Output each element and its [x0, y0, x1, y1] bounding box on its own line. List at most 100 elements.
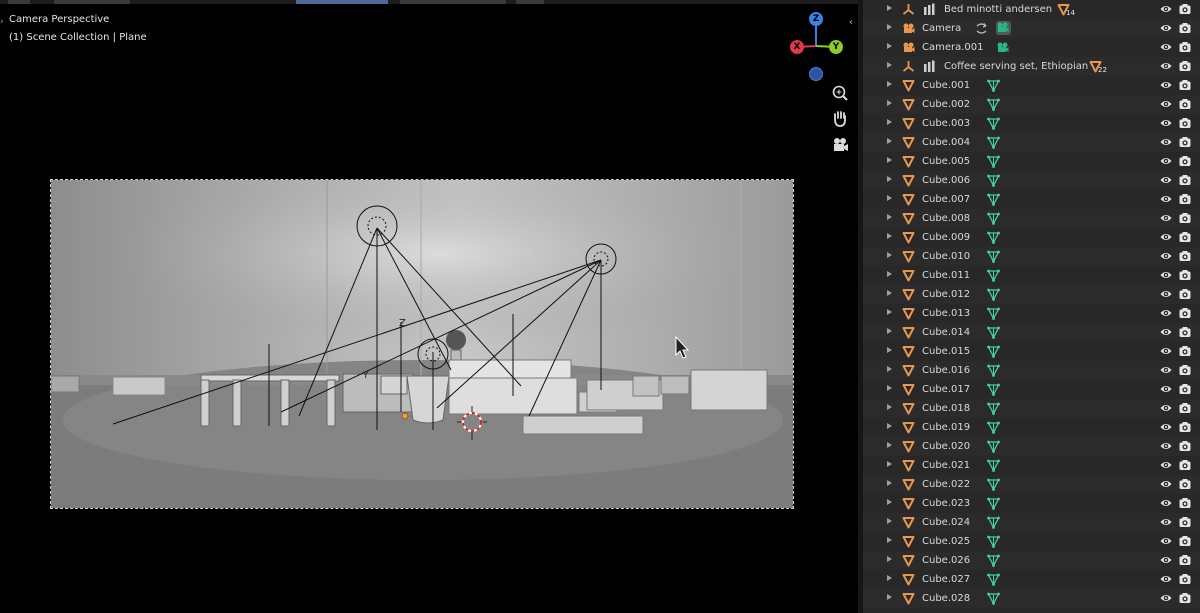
render-camera-icon[interactable] — [1179, 478, 1191, 490]
visibility-eye-icon[interactable] — [1160, 269, 1172, 281]
render-camera-icon[interactable] — [1179, 535, 1191, 547]
visibility-eye-icon[interactable] — [1160, 516, 1172, 528]
outliner-row[interactable]: Cube.002 — [863, 95, 1200, 114]
outliner-row[interactable]: Cube.003 — [863, 114, 1200, 133]
render-camera-icon[interactable] — [1179, 41, 1191, 53]
expand-arrow-icon[interactable] — [887, 290, 892, 296]
outliner-row[interactable]: Cube.018 — [863, 399, 1200, 418]
visibility-eye-icon[interactable] — [1160, 155, 1172, 167]
outliner-row[interactable]: Cube.020 — [863, 437, 1200, 456]
expand-arrow-icon[interactable] — [887, 195, 892, 201]
render-camera-icon[interactable] — [1179, 573, 1191, 585]
navigation-gizmo[interactable]: Z X Y — [786, 10, 846, 82]
render-camera-icon[interactable] — [1179, 326, 1191, 338]
render-camera-icon[interactable] — [1179, 231, 1191, 243]
visibility-eye-icon[interactable] — [1160, 383, 1172, 395]
visibility-eye-icon[interactable] — [1160, 402, 1172, 414]
outliner-row[interactable]: Cube.008 — [863, 209, 1200, 228]
render-camera-icon[interactable] — [1179, 60, 1191, 72]
visibility-eye-icon[interactable] — [1160, 250, 1172, 262]
visibility-eye-icon[interactable] — [1160, 478, 1172, 490]
visibility-eye-icon[interactable] — [1160, 421, 1172, 433]
expand-arrow-icon[interactable] — [887, 157, 892, 163]
expand-arrow-icon[interactable] — [887, 43, 892, 49]
outliner-row[interactable]: Cube.027 — [863, 570, 1200, 589]
outliner-row[interactable]: Cube.028 — [863, 589, 1200, 608]
visibility-eye-icon[interactable] — [1160, 3, 1172, 15]
outliner-row[interactable]: Cube.007 — [863, 190, 1200, 209]
expand-arrow-icon[interactable] — [887, 480, 892, 486]
camera-view-icon[interactable] — [829, 134, 851, 156]
render-camera-icon[interactable] — [1179, 288, 1191, 300]
visibility-eye-icon[interactable] — [1160, 41, 1172, 53]
render-camera-icon[interactable] — [1179, 117, 1191, 129]
toolbar-toggle-icon[interactable]: › — [0, 17, 4, 27]
outliner-row[interactable]: Cube.023 — [863, 494, 1200, 513]
visibility-eye-icon[interactable] — [1160, 117, 1172, 129]
render-camera-icon[interactable] — [1179, 79, 1191, 91]
render-camera-icon[interactable] — [1179, 497, 1191, 509]
expand-arrow-icon[interactable] — [887, 423, 892, 429]
outliner-row[interactable]: Bed minotti andersen 14 — [863, 0, 1200, 19]
visibility-eye-icon[interactable] — [1160, 440, 1172, 452]
expand-arrow-icon[interactable] — [887, 252, 892, 258]
gizmo-x-axis[interactable]: X — [790, 40, 804, 54]
expand-arrow-icon[interactable] — [887, 100, 892, 106]
render-camera-icon[interactable] — [1179, 212, 1191, 224]
outliner-row[interactable]: Cube.011 — [863, 266, 1200, 285]
outliner-row[interactable]: Cube.019 — [863, 418, 1200, 437]
outliner-row[interactable]: Cube.026 — [863, 551, 1200, 570]
expand-arrow-icon[interactable] — [887, 119, 892, 125]
visibility-eye-icon[interactable] — [1160, 22, 1172, 34]
pan-hand-icon[interactable] — [829, 108, 851, 130]
visibility-eye-icon[interactable] — [1160, 60, 1172, 72]
visibility-eye-icon[interactable] — [1160, 307, 1172, 319]
render-camera-icon[interactable] — [1179, 402, 1191, 414]
outliner-row[interactable]: Cube.013 — [863, 304, 1200, 323]
expand-arrow-icon[interactable] — [887, 214, 892, 220]
outliner-row[interactable]: Cube.015 — [863, 342, 1200, 361]
expand-arrow-icon[interactable] — [887, 233, 892, 239]
visibility-eye-icon[interactable] — [1160, 193, 1172, 205]
render-camera-icon[interactable] — [1179, 193, 1191, 205]
render-camera-icon[interactable] — [1179, 554, 1191, 566]
outliner-row[interactable]: Coffee serving set, Ethiopian 22 — [863, 57, 1200, 76]
outliner-row[interactable]: Cube.010 — [863, 247, 1200, 266]
outliner-row[interactable]: Cube.006 — [863, 171, 1200, 190]
visibility-eye-icon[interactable] — [1160, 573, 1172, 585]
expand-arrow-icon[interactable] — [887, 138, 892, 144]
render-camera-icon[interactable] — [1179, 383, 1191, 395]
visibility-eye-icon[interactable] — [1160, 136, 1172, 148]
expand-arrow-icon[interactable] — [887, 62, 892, 68]
render-camera-icon[interactable] — [1179, 459, 1191, 471]
render-camera-icon[interactable] — [1179, 592, 1191, 604]
outliner-row[interactable]: Cube.012 — [863, 285, 1200, 304]
visibility-eye-icon[interactable] — [1160, 535, 1172, 547]
visibility-eye-icon[interactable] — [1160, 231, 1172, 243]
render-camera-icon[interactable] — [1179, 174, 1191, 186]
visibility-eye-icon[interactable] — [1160, 212, 1172, 224]
visibility-eye-icon[interactable] — [1160, 174, 1172, 186]
visibility-eye-icon[interactable] — [1160, 345, 1172, 357]
render-camera-icon[interactable] — [1179, 3, 1191, 15]
render-camera-icon[interactable] — [1179, 269, 1191, 281]
expand-arrow-icon[interactable] — [887, 347, 892, 353]
outliner-row[interactable]: Cube.001 — [863, 76, 1200, 95]
render-camera-icon[interactable] — [1179, 516, 1191, 528]
expand-arrow-icon[interactable] — [887, 442, 892, 448]
3d-viewport[interactable]: › Camera Perspective (1) Scene Collectio… — [0, 0, 858, 613]
outliner-row[interactable]: Camera.001 — [863, 38, 1200, 57]
outliner-row[interactable]: Cube.004 — [863, 133, 1200, 152]
visibility-eye-icon[interactable] — [1160, 497, 1172, 509]
outliner-row[interactable]: Cube.024 — [863, 513, 1200, 532]
visibility-eye-icon[interactable] — [1160, 592, 1172, 604]
outliner-row[interactable]: Cube.021 — [863, 456, 1200, 475]
expand-arrow-icon[interactable] — [887, 81, 892, 87]
expand-arrow-icon[interactable] — [887, 537, 892, 543]
expand-arrow-icon[interactable] — [887, 176, 892, 182]
sidebar-toggle-icon[interactable]: ‹ — [849, 17, 853, 28]
visibility-eye-icon[interactable] — [1160, 554, 1172, 566]
render-camera-icon[interactable] — [1179, 155, 1191, 167]
expand-arrow-icon[interactable] — [887, 271, 892, 277]
expand-arrow-icon[interactable] — [887, 5, 892, 11]
